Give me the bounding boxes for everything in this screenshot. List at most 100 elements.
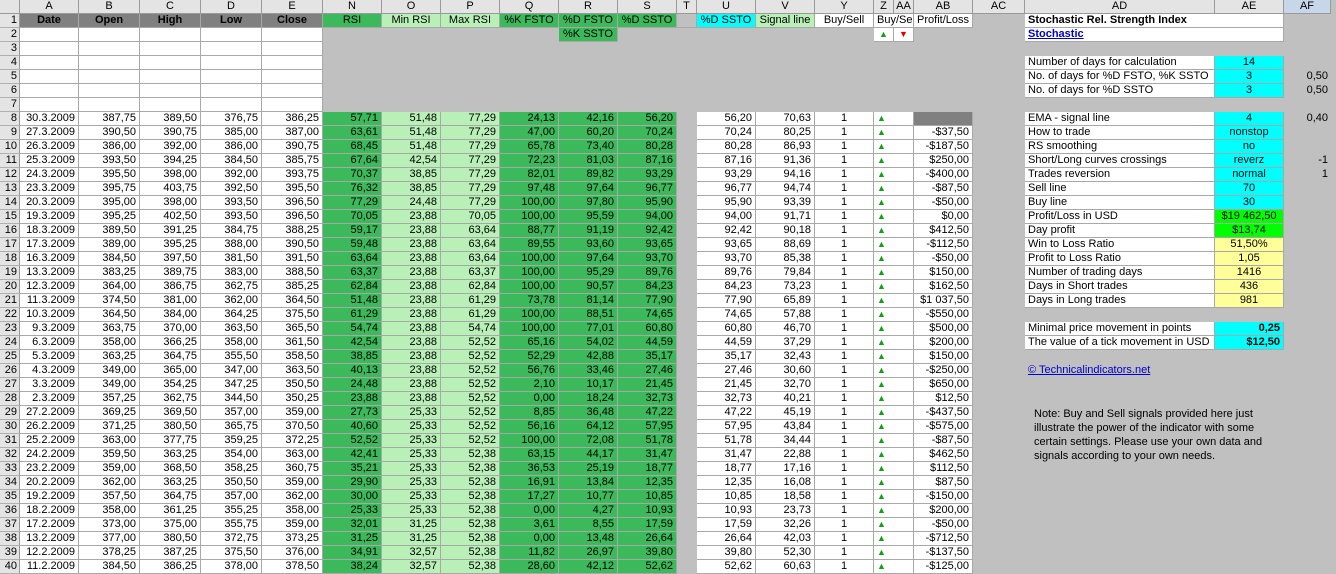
column-header-y[interactable]: Y	[815, 0, 874, 14]
setting-label[interactable]: EMA - signal line	[1025, 112, 1215, 126]
open-cell[interactable]: 374,50	[79, 294, 140, 308]
high-cell[interactable]: 377,75	[140, 434, 201, 448]
low-cell[interactable]: 355,25	[201, 504, 262, 518]
profit-loss-cell[interactable]: $200,00	[914, 336, 973, 350]
d-ssto-value-cell[interactable]: 35,17	[697, 350, 756, 364]
rsi-cell[interactable]: 68,45	[323, 140, 382, 154]
setting-value[interactable]: 1,05	[1215, 252, 1284, 266]
d-ssto-cell[interactable]: 32,73	[618, 392, 677, 406]
header-buy-sell-2[interactable]: Buy/Sell	[874, 14, 914, 28]
tick-label[interactable]: Minimal price movement in points	[1025, 322, 1215, 336]
d-fsto-cell[interactable]: 33,46	[559, 364, 618, 378]
date-cell[interactable]: 19.2.2009	[20, 490, 79, 504]
date-cell[interactable]: 25.2.2009	[20, 434, 79, 448]
empty-cell[interactable]	[201, 42, 262, 56]
d-ssto-cell[interactable]: 92,42	[618, 224, 677, 238]
d-ssto-cell[interactable]: 12,35	[618, 476, 677, 490]
max-rsi-cell[interactable]: 61,29	[441, 308, 500, 322]
k-fsto-cell[interactable]: 0,00	[500, 532, 559, 546]
row-header[interactable]: 15	[0, 210, 20, 224]
max-rsi-cell[interactable]: 63,64	[441, 224, 500, 238]
low-cell[interactable]: 383,00	[201, 266, 262, 280]
trend-cell[interactable]: ▲	[874, 322, 914, 336]
low-cell[interactable]: 354,00	[201, 448, 262, 462]
date-cell[interactable]: 6.3.2009	[20, 336, 79, 350]
high-cell[interactable]: 366,25	[140, 336, 201, 350]
buy-sell-cell[interactable]: 1	[815, 322, 874, 336]
d-fsto-cell[interactable]: 93,60	[559, 238, 618, 252]
min-rsi-cell[interactable]: 25,33	[382, 504, 441, 518]
open-cell[interactable]: 362,00	[79, 476, 140, 490]
low-cell[interactable]: 362,75	[201, 280, 262, 294]
close-cell[interactable]: 363,00	[262, 448, 323, 462]
header-high[interactable]: High	[140, 14, 201, 28]
rsi-cell[interactable]: 38,85	[323, 350, 382, 364]
column-header-q[interactable]: Q	[500, 0, 559, 14]
high-cell[interactable]: 384,00	[140, 308, 201, 322]
profit-loss-cell[interactable]	[914, 112, 973, 126]
low-cell[interactable]: 347,00	[201, 364, 262, 378]
low-cell[interactable]: 350,50	[201, 476, 262, 490]
profit-loss-cell[interactable]: $150,00	[914, 350, 973, 364]
high-cell[interactable]: 363,25	[140, 476, 201, 490]
signal-line-cell[interactable]: 42,03	[756, 532, 815, 546]
trend-cell[interactable]: ▲	[874, 126, 914, 140]
min-rsi-cell[interactable]: 38,85	[382, 182, 441, 196]
empty-cell[interactable]	[79, 70, 140, 84]
d-ssto-cell[interactable]: 35,17	[618, 350, 677, 364]
trend-cell[interactable]: ▲	[874, 518, 914, 532]
high-cell[interactable]: 398,00	[140, 196, 201, 210]
max-rsi-cell[interactable]: 63,64	[441, 238, 500, 252]
date-cell[interactable]: 24.2.2009	[20, 448, 79, 462]
k-fsto-cell[interactable]: 24,13	[500, 112, 559, 126]
close-cell[interactable]: 350,25	[262, 392, 323, 406]
buy-sell-cell[interactable]: 1	[815, 308, 874, 322]
setting-label[interactable]: RS smoothing	[1025, 140, 1215, 154]
empty-cell[interactable]	[20, 70, 79, 84]
empty-cell[interactable]	[79, 98, 140, 112]
close-cell[interactable]: 393,75	[262, 168, 323, 182]
rsi-cell[interactable]: 62,84	[323, 280, 382, 294]
date-cell[interactable]: 12.2.2009	[20, 546, 79, 560]
rsi-cell[interactable]: 63,61	[323, 126, 382, 140]
header-k-ssto[interactable]: %K SSTO	[559, 28, 618, 42]
k-fsto-cell[interactable]: 47,00	[500, 126, 559, 140]
low-cell[interactable]: 392,00	[201, 168, 262, 182]
date-cell[interactable]: 3.3.2009	[20, 378, 79, 392]
signal-line-cell[interactable]: 73,23	[756, 280, 815, 294]
k-fsto-cell[interactable]: 56,16	[500, 420, 559, 434]
k-fsto-cell[interactable]: 63,15	[500, 448, 559, 462]
profit-loss-cell[interactable]: $162,50	[914, 280, 973, 294]
d-ssto-cell[interactable]: 31,47	[618, 448, 677, 462]
row-header[interactable]: 6	[0, 84, 20, 98]
k-fsto-cell[interactable]: 28,60	[500, 560, 559, 574]
buy-sell-cell[interactable]: 1	[815, 518, 874, 532]
date-cell[interactable]: 18.3.2009	[20, 224, 79, 238]
trend-cell[interactable]: ▲	[874, 504, 914, 518]
high-cell[interactable]: 386,25	[140, 560, 201, 574]
d-ssto-value-cell[interactable]: 93,29	[697, 168, 756, 182]
open-cell[interactable]: 369,25	[79, 406, 140, 420]
max-rsi-cell[interactable]: 77,29	[441, 154, 500, 168]
setting-value[interactable]: 4	[1215, 112, 1284, 126]
k-fsto-cell[interactable]: 8,85	[500, 406, 559, 420]
rsi-cell[interactable]: 42,41	[323, 448, 382, 462]
low-cell[interactable]: 347,25	[201, 378, 262, 392]
buy-sell-cell[interactable]: 1	[815, 140, 874, 154]
row-header[interactable]: 37	[0, 518, 20, 532]
close-cell[interactable]: 360,75	[262, 462, 323, 476]
empty-cell[interactable]	[201, 70, 262, 84]
buy-sell-cell[interactable]: 1	[815, 378, 874, 392]
low-cell[interactable]: 388,00	[201, 238, 262, 252]
empty-cell[interactable]	[20, 98, 79, 112]
setting-side-value[interactable]: 1	[1284, 168, 1331, 182]
k-fsto-cell[interactable]: 3,61	[500, 518, 559, 532]
open-cell[interactable]: 395,75	[79, 182, 140, 196]
min-rsi-cell[interactable]: 23,88	[382, 378, 441, 392]
profit-loss-cell[interactable]: -$112,50	[914, 238, 973, 252]
row-header[interactable]: 14	[0, 196, 20, 210]
signal-line-cell[interactable]: 17,16	[756, 462, 815, 476]
d-ssto-cell[interactable]: 57,95	[618, 420, 677, 434]
d-fsto-cell[interactable]: 13,84	[559, 476, 618, 490]
open-cell[interactable]: 390,50	[79, 126, 140, 140]
